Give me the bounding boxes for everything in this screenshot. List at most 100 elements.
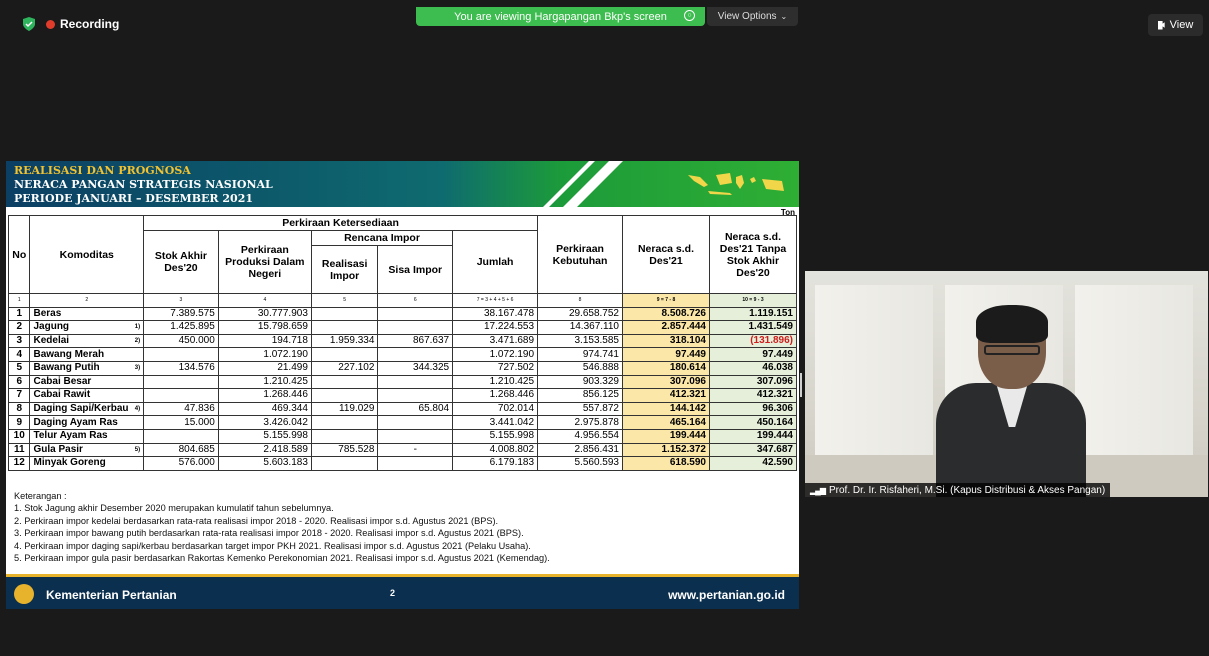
- col-header-komoditas: Komoditas: [29, 215, 145, 294]
- cell-neraca: 465.164: [622, 415, 710, 430]
- col-header-sisa-impor: Sisa Impor: [377, 245, 454, 294]
- cell-neraca-tanpa-stok: 42.590: [708, 456, 798, 471]
- cell-komoditas: Daging Sapi/Kerbau 4): [29, 401, 145, 417]
- table-row: 6 Cabai Besar 1.210.425 1.210.425 903.329 307…: [7, 374, 798, 390]
- cell-produksi: 2.418.589: [217, 442, 312, 458]
- cell-jumlah: 5.155.998: [452, 428, 539, 444]
- cell-stok: 450.000: [143, 333, 219, 349]
- note-item: 5. Perkiraan impor gula pasir berdasarka…: [14, 553, 550, 564]
- footnote-marker: 1): [134, 324, 141, 331]
- note-item: 1. Stok Jagung akhir Desember 2020 merup…: [14, 503, 334, 514]
- cell-kebutuhan: 974.741: [537, 347, 623, 362]
- col-header-no: No: [7, 215, 31, 294]
- cell-realisasi-impor: [310, 374, 379, 390]
- commodity-name: Minyak Goreng: [33, 457, 106, 469]
- cell-produksi: 1.268.446: [217, 388, 312, 403]
- cell-komoditas: Beras: [29, 306, 145, 322]
- commodity-name: Daging Sapi/Kerbau: [33, 403, 129, 415]
- cell-komoditas: Minyak Goreng: [29, 456, 145, 471]
- participant-figure: [936, 305, 1086, 497]
- table-row: 4 Bawang Merah 1.072.190 1.072.190 974.741 97…: [7, 347, 798, 362]
- security-shield-icon[interactable]: [22, 17, 36, 31]
- cell-neraca-tanpa-stok: 97.449: [708, 347, 798, 362]
- cell-neraca: 307.096: [622, 374, 710, 390]
- cell-kebutuhan: 29.658.752: [537, 306, 623, 322]
- view-options-button[interactable]: View Options ⌄: [707, 7, 798, 26]
- cell-kebutuhan: 5.560.593: [537, 456, 623, 471]
- slide-header: REALISASI DAN PROGNOSA NERACA PANGAN STR…: [6, 161, 799, 207]
- participant-name: Prof. Dr. Ir. Risfaheri, M.Si. (Kapus Di…: [828, 484, 1106, 496]
- commodity-name: Telur Ayam Ras: [33, 430, 108, 442]
- cell-no: 3: [7, 333, 31, 349]
- participant-video[interactable]: [805, 271, 1208, 497]
- cell-neraca-tanpa-stok: 412.321: [708, 388, 798, 403]
- cell-realisasi-impor: 227.102: [310, 360, 379, 376]
- column-index: 3: [143, 293, 219, 308]
- commodity-name: Bawang Putih: [33, 362, 100, 374]
- cell-stok: 7.389.575: [143, 306, 219, 322]
- cell-realisasi-impor: [310, 388, 379, 403]
- cell-no: 8: [7, 401, 31, 417]
- share-status-icon[interactable]: ○: [684, 10, 695, 21]
- cell-no: 9: [7, 415, 31, 430]
- table-row: 5 Bawang Putih 3) 134.576 21.499 227.102 344.3…: [7, 360, 798, 376]
- note-item: 3. Perkiraan impor bawang putih berdasar…: [14, 528, 524, 539]
- window-blind: [815, 285, 933, 459]
- participant-name-tag: ▂▄▆ Prof. Dr. Ir. Risfaheri, M.Si. (Kapu…: [805, 483, 1111, 497]
- neraca-table: No Komoditas Perkiraan Ketersediaan Perk…: [7, 215, 798, 471]
- cell-sisa-impor: [377, 347, 454, 362]
- col-header-neraca: Neraca s.d. Des'21: [622, 215, 710, 294]
- column-index: 5: [310, 293, 379, 308]
- cell-sisa-impor: [377, 388, 454, 403]
- column-index: 2: [29, 293, 145, 308]
- cell-no: 10: [7, 428, 31, 444]
- cell-jumlah: 3.471.689: [452, 333, 539, 349]
- cell-sisa-impor: [377, 320, 454, 335]
- cell-neraca: 199.444: [622, 428, 710, 444]
- view-button[interactable]: View: [1148, 14, 1203, 36]
- cell-neraca-tanpa-stok: 46.038: [708, 360, 798, 376]
- cell-jumlah: 1.268.446: [452, 388, 539, 403]
- cell-neraca: 144.142: [622, 401, 710, 417]
- commodity-name: Daging Ayam Ras: [33, 416, 118, 428]
- recording-indicator: Recording: [46, 17, 119, 31]
- cell-sisa-impor: 867.637: [377, 333, 454, 349]
- cell-neraca: 2.857.444: [622, 320, 710, 335]
- cell-realisasi-impor: [310, 456, 379, 471]
- column-index: 9 = 7 - 8: [622, 293, 710, 308]
- header-slash-decoration: [563, 161, 623, 207]
- cell-jumlah: 702.014: [452, 401, 539, 417]
- cell-sisa-impor: [377, 374, 454, 390]
- slide-footer: Kementerian Pertanian 2 www.pertanian.go…: [6, 574, 799, 609]
- cell-komoditas: Bawang Merah: [29, 347, 145, 362]
- footnote-marker: 3): [134, 365, 141, 372]
- cell-neraca-tanpa-stok: (131.896): [708, 333, 798, 349]
- cell-komoditas: Cabai Besar: [29, 374, 145, 390]
- note-item: 4. Perkiraan impor daging sapi/kerbau be…: [14, 540, 531, 551]
- cell-komoditas: Bawang Putih 3): [29, 360, 145, 376]
- cell-produksi: 469.344: [217, 401, 312, 417]
- meeting-topbar: Recording You are viewing Hargapangan Bk…: [0, 0, 1209, 48]
- split-resize-handle[interactable]: [800, 373, 802, 397]
- cell-no: 7: [7, 388, 31, 403]
- participant-glasses: [984, 345, 1040, 355]
- column-index: 6: [377, 293, 454, 308]
- table-row: 1 Beras 7.389.575 30.777.903 38.167.478 29.65…: [7, 306, 798, 322]
- cell-kebutuhan: 557.872: [537, 401, 623, 417]
- page-number: 2: [390, 588, 396, 598]
- cell-produksi: 5.603.183: [217, 456, 312, 471]
- indonesia-map-icon: [688, 173, 784, 195]
- cell-neraca: 180.614: [622, 360, 710, 376]
- table-row: 9 Daging Ayam Ras 15.000 3.426.042 3.441.042…: [7, 415, 798, 430]
- footer-org: Kementerian Pertanian: [46, 588, 177, 602]
- window-blind: [1075, 285, 1193, 459]
- col-header-perkiraan-ketersediaan: Perkiraan Ketersediaan: [143, 215, 539, 231]
- cell-komoditas: Jagung 1): [29, 320, 145, 335]
- cell-stok: [143, 347, 219, 362]
- cell-produksi: 194.718: [217, 333, 312, 349]
- table-row: 3 Kedelai 2) 450.000 194.718 1.959.334 867.637…: [7, 333, 798, 349]
- cell-sisa-impor: 65.804: [377, 401, 454, 417]
- table-row: 10 Telur Ayam Ras 5.155.998 5.155.998 4.956.…: [7, 428, 798, 444]
- cell-no: 4: [7, 347, 31, 362]
- cell-no: 11: [7, 442, 31, 458]
